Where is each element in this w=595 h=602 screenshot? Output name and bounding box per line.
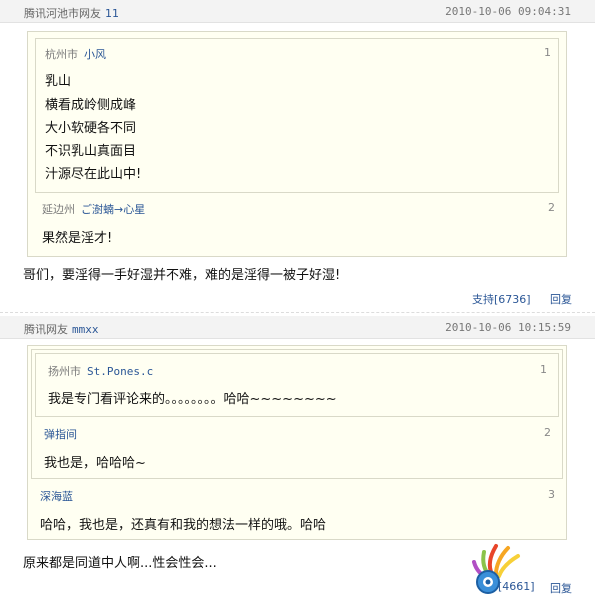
quote-nick[interactable]: 深海蓝 [40, 490, 73, 503]
comment-text: 哥们，要淫得一手好湿并不难，难的是淫得一被子好湿! [23, 268, 341, 283]
floor-number: 1 [540, 363, 547, 376]
quote-location: 延边州 [42, 203, 75, 216]
quote-text-line: 我也是，哈哈哈~ [44, 456, 146, 471]
quote-location: 扬州市 [48, 365, 81, 378]
quote-nick[interactable]: 弹指间 [44, 428, 77, 441]
author-source: 腾讯河池市网友 [24, 7, 101, 20]
quote-text-line: 哈哈，我也是，还真有和我的想法一样的哦。哈哈 [40, 518, 327, 533]
comment-time: 2010-10-06 10:15:59 [445, 321, 571, 334]
colorful-logo-icon [466, 540, 528, 598]
floor-number: 2 [544, 426, 551, 439]
comment-header: 腾讯网友 mmxx 2010-10-06 10:15:59 [0, 316, 595, 339]
reply-button[interactable]: 回复 [550, 293, 572, 306]
author-nick[interactable]: mmxx [72, 323, 99, 336]
quote-header: 深海蓝 [40, 488, 73, 504]
comment-actions: 回复 [550, 291, 572, 307]
quote-text-line: 横看成岭侧成峰 [45, 98, 137, 113]
support-button[interactable]: 支持[6736] [472, 293, 531, 306]
comment-text: 原来都是同道中人啊...性会性会... [23, 556, 217, 571]
quote-text-line: 汁源尽在此山中! [45, 167, 142, 182]
quote-text-line: 果然是淫才! [42, 231, 113, 246]
floor-number: 2 [548, 201, 555, 214]
author-source: 腾讯网友 [24, 323, 68, 336]
reply-button[interactable]: 回复 [550, 582, 572, 595]
quote-text-line: 乳山 [45, 74, 72, 89]
quote-text-line: 大小软硬各不同 [45, 121, 137, 136]
comment-header: 腾讯河池市网友 11 2010-10-06 09:04:31 [0, 0, 595, 23]
floor-number: 1 [544, 46, 551, 59]
comment-time: 2010-10-06 09:04:31 [445, 5, 571, 18]
quote-nick[interactable]: 小风 [84, 48, 106, 61]
quote-header: 杭州市 小风 [45, 46, 106, 62]
comment-author: 腾讯网友 mmxx [24, 321, 99, 337]
quote-text-line: 我是专门看评论来的。。。。。。。。哈哈~~~~~~~~ [48, 392, 337, 407]
quote-nick[interactable]: ご澍蝻→心星 [81, 203, 145, 216]
comment-author: 腾讯河池市网友 11 [24, 5, 119, 21]
comment-actions: 回复 [550, 580, 572, 596]
quote-header: 弹指间 [44, 426, 77, 442]
comment-separator [0, 312, 595, 313]
quote-header: 延边州 ご澍蝻→心星 [42, 201, 145, 217]
quote-location: 杭州市 [45, 48, 78, 61]
author-nick[interactable]: 11 [105, 7, 119, 20]
floor-number: 3 [548, 488, 555, 501]
comment-actions: 支持[6736] [472, 291, 531, 307]
quote-text-line: 不识乳山真面目 [45, 144, 137, 159]
quote-nick[interactable]: St.Pones.c [87, 365, 153, 378]
quote-header: 扬州市 St.Pones.c [48, 363, 153, 379]
